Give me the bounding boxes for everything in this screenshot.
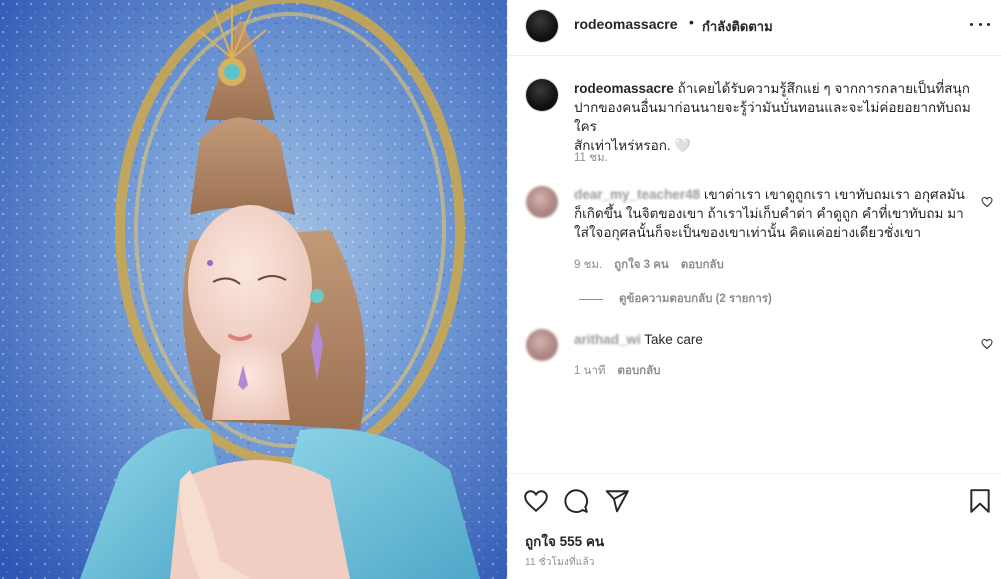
caption-time[interactable]: 11 ชม.: [574, 149, 608, 167]
commenter-avatar[interactable]: [526, 186, 558, 218]
post-actions: ถูกใจ 555 คน 11 ชั่วโมงที่แล้ว: [508, 473, 1001, 579]
comment-icon[interactable]: [563, 488, 589, 514]
replies-divider: [579, 298, 603, 300]
comment-line-1: เขาด่าเรา เขาดูถูกเรา เขาทับถมเรา อกุศลม…: [703, 187, 965, 202]
caption-username[interactable]: rodeomassacre: [574, 81, 674, 96]
post-header: rodeomassacre • กำลังติดตาม: [508, 0, 1001, 56]
caption-avatar[interactable]: [526, 79, 558, 111]
comment-text: dear_my_teacher48 เขาด่าเรา เขาดูถูกเรา …: [574, 185, 974, 242]
comments-section: rodeomassacre ถ้าเคยได้รับความรู้สึกแย่ …: [508, 57, 1001, 472]
commenter-username[interactable]: arithad_wi: [574, 332, 641, 347]
share-icon[interactable]: [604, 488, 630, 514]
heart-icon[interactable]: [981, 196, 993, 208]
commenter-avatar[interactable]: [526, 329, 558, 361]
comment-text: arithad_wi Take care: [574, 330, 974, 349]
view-replies-label: ดูข้อความตอบกลับ (2 รายการ): [619, 293, 772, 305]
post-timestamp[interactable]: 11 ชั่วโมงที่แล้ว: [525, 555, 595, 570]
comment-line-1: Take care: [644, 332, 703, 347]
comment-meta: 1 นาที ตอบกลับ: [574, 362, 661, 380]
heart-icon[interactable]: [523, 488, 549, 514]
comment-line-3: ใส่ใจอกุศลนั้นก็จะเป็นของเขาเท่านั้น คิด…: [574, 225, 922, 240]
comment-likes[interactable]: ถูกใจ 3 คน: [614, 256, 669, 274]
commenter-username[interactable]: dear_my_teacher48: [574, 187, 700, 202]
separator-dot: •: [689, 14, 694, 30]
caption-line-2: ปากของคนอื่นมาก่อนนายจะรู้ว่ามันบั่นทอนแ…: [574, 100, 971, 134]
caption-line-1: ถ้าเคยได้รับความรู้สึกแย่ ๆ จากการกลายเป…: [677, 81, 970, 96]
view-replies-button[interactable]: ดูข้อความตอบกลับ (2 รายการ): [579, 290, 772, 308]
author-avatar[interactable]: [526, 10, 558, 42]
post-side-panel: rodeomassacre • กำลังติดตาม rodeomassacr…: [507, 0, 1001, 579]
caption-text: rodeomassacre ถ้าเคยได้รับความรู้สึกแย่ …: [574, 79, 984, 155]
following-button[interactable]: กำลังติดตาม: [702, 16, 773, 37]
bookmark-icon[interactable]: [967, 488, 993, 514]
post-image[interactable]: [0, 0, 507, 579]
caption-meta: 11 ชม.: [574, 149, 608, 167]
more-options-icon[interactable]: [970, 14, 990, 34]
comment-time[interactable]: 1 นาที: [574, 362, 606, 380]
heart-icon[interactable]: [981, 338, 993, 350]
artwork-illustration: [0, 0, 507, 579]
caption-line-3: สักเท่าไหร่หรอก. 🤍: [574, 138, 692, 153]
like-count[interactable]: ถูกใจ 555 คน: [525, 530, 604, 552]
reply-button[interactable]: ตอบกลับ: [618, 362, 661, 380]
post-dialog: rodeomassacre • กำลังติดตาม rodeomassacr…: [0, 0, 1001, 579]
author-username[interactable]: rodeomassacre: [574, 16, 678, 32]
comment-meta: 9 ชม. ถูกใจ 3 คน ตอบกลับ: [574, 256, 724, 274]
comment-time[interactable]: 9 ชม.: [574, 256, 602, 274]
comment-line-2: ก็เกิดขึ้น ในจิตของเขา ถ้าเราไม่เก็บคำด่…: [574, 206, 964, 221]
reply-button[interactable]: ตอบกลับ: [681, 256, 724, 274]
